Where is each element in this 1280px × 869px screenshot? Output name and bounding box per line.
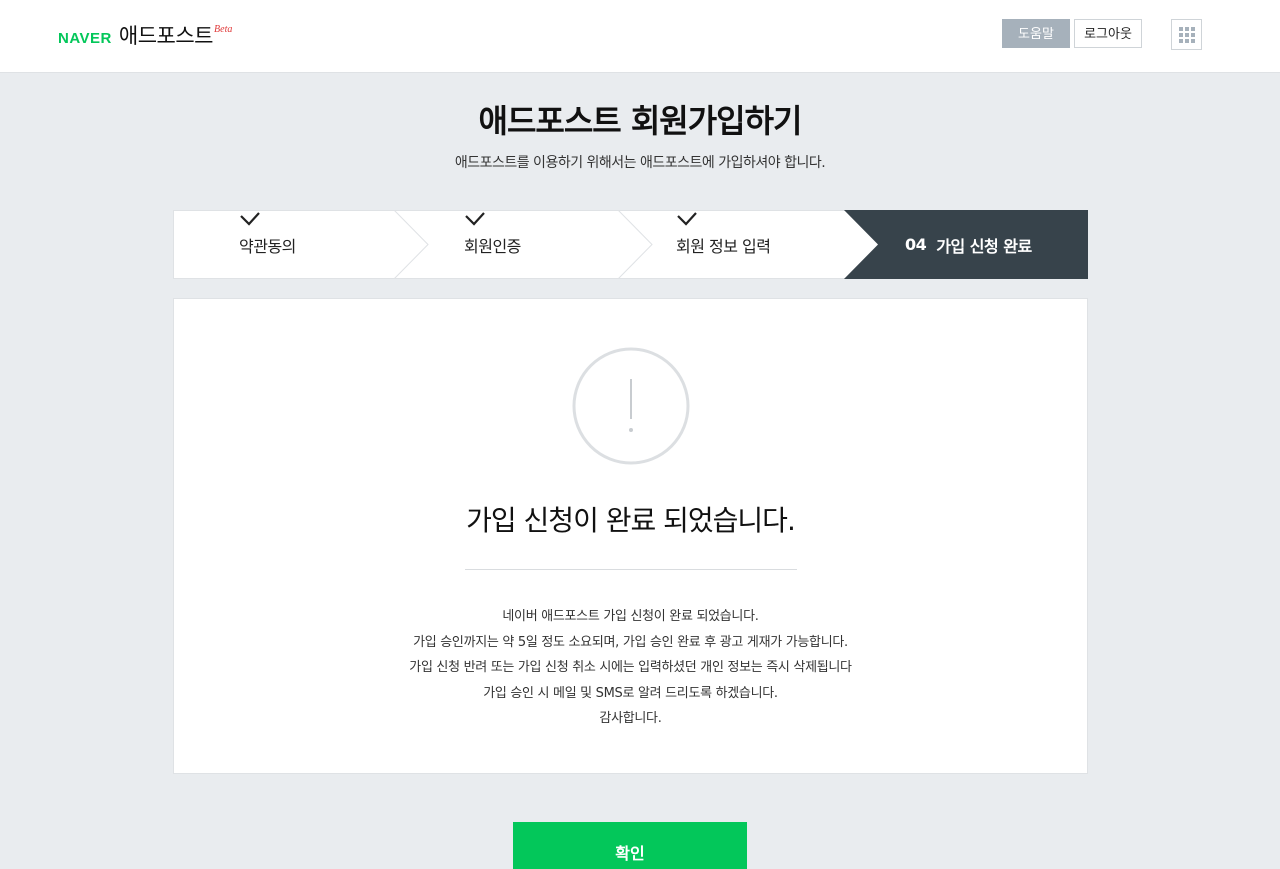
logo-service-name: 애드포스트 bbox=[118, 24, 214, 48]
logo-beta-badge: Beta bbox=[214, 24, 233, 35]
step-label: 회원인증 bbox=[464, 236, 521, 256]
step-label: 약관동의 bbox=[239, 236, 296, 256]
checkmark-icon bbox=[240, 212, 260, 226]
logo-naver: NAVER bbox=[58, 30, 112, 47]
step-number: 04 bbox=[905, 235, 927, 254]
completion-message: 가입 신청이 완료 되었습니다. bbox=[466, 504, 796, 537]
logo[interactable]: NAVER 애드포스트 Beta bbox=[58, 20, 232, 50]
result-panel: 가입 신청이 완료 되었습니다. 네이버 애드포스트 가입 신청이 완료 되었습… bbox=[173, 298, 1088, 774]
details-line: 가입 승인 시 메일 및 SMS로 알려 드리도록 하겠습니다. bbox=[483, 685, 778, 701]
page-subtitle: 애드포스트를 이용하기 위해서는 애드포스트에 가입하셔야 합니다. bbox=[454, 155, 826, 171]
step-terms-agreement: 약관동의 bbox=[239, 210, 296, 279]
checkmark-icon bbox=[677, 212, 697, 226]
step-signup-complete: 04 가입 신청 완료 bbox=[905, 210, 1032, 279]
step-label: 가입 신청 완료 bbox=[936, 236, 1032, 256]
confirm-button[interactable]: 확인 bbox=[513, 822, 747, 869]
divider bbox=[465, 569, 797, 570]
logout-button[interactable]: 로그아웃 bbox=[1074, 19, 1142, 48]
details-line: 가입 승인까지는 약 5일 정도 소요되며, 가입 승인 완료 후 광고 게재가… bbox=[413, 634, 848, 650]
details-line: 감사합니다. bbox=[599, 711, 662, 726]
apps-menu-button[interactable] bbox=[1171, 19, 1202, 50]
details-line: 가입 신청 반려 또는 가입 신청 취소 시에는 입력하셨던 개인 정보는 즉시… bbox=[409, 660, 852, 675]
checkmark-icon bbox=[465, 212, 485, 226]
grid-icon bbox=[1178, 26, 1195, 43]
top-header: NAVER 애드포스트 Beta 도움말 로그아웃 bbox=[0, 0, 1280, 73]
step-member-info: 회원 정보 입력 bbox=[676, 210, 771, 279]
exclamation-circle-icon bbox=[572, 347, 690, 465]
step-member-verification: 회원인증 bbox=[464, 210, 521, 279]
completion-details: 네이버 애드포스트 가입 신청이 완료 되었습니다. 가입 승인까지는 약 5일… bbox=[174, 604, 1087, 732]
page-title: 애드포스트 회원가입하기 bbox=[478, 102, 803, 140]
signup-steps: 약관동의 회원인증 회원 정보 입력 04 가입 신청 완료 bbox=[173, 210, 1088, 279]
help-button[interactable]: 도움말 bbox=[1002, 19, 1070, 48]
details-line: 네이버 애드포스트 가입 신청이 완료 되었습니다. bbox=[502, 609, 759, 624]
step-label: 회원 정보 입력 bbox=[676, 236, 771, 256]
